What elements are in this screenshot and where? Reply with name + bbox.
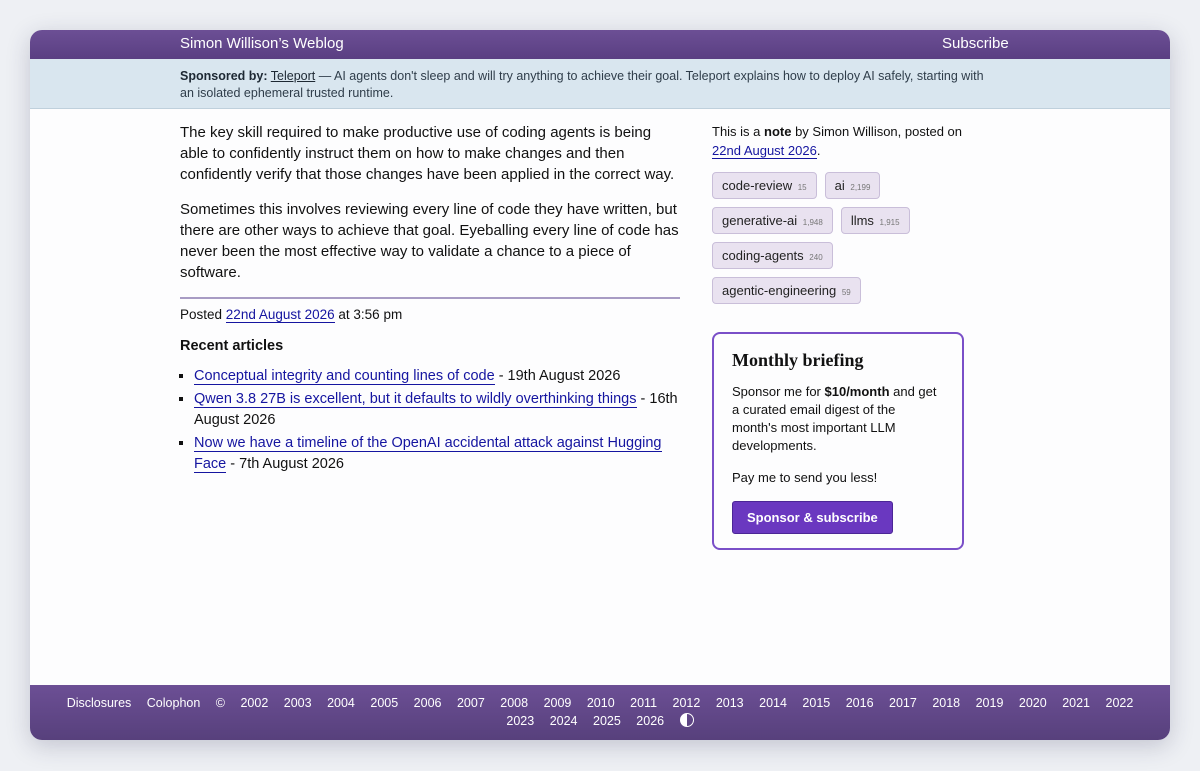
footer-year-link[interactable]: 2014: [759, 694, 787, 712]
footer-year-link[interactable]: 2019: [976, 694, 1004, 712]
tag-agentic-engineering[interactable]: agentic-engineering 59: [712, 277, 861, 304]
posted-date-link[interactable]: 22nd August 2026: [225, 307, 335, 323]
footer-year-link[interactable]: 2026: [636, 712, 664, 730]
sponsor-text: Sponsored by: Teleport — AI agents don't…: [180, 68, 1000, 102]
footer-year-link[interactable]: 2024: [550, 712, 578, 730]
list-item: Conceptual integrity and counting lines …: [194, 366, 680, 387]
briefing-title: Monthly briefing: [732, 350, 864, 370]
posted-label: Posted: [180, 307, 223, 322]
tag-count: 2,199: [850, 183, 871, 192]
tag-generative-ai[interactable]: generative-ai 1,948: [712, 207, 833, 234]
meta-type: note: [764, 124, 792, 139]
note-meta: This is a note by Simon Willison, posted…: [712, 122, 967, 160]
footer-year-link[interactable]: 2020: [1019, 694, 1047, 712]
footer-year-link[interactable]: 2010: [587, 694, 615, 712]
tag-llms[interactable]: llms 1,915: [840, 207, 910, 234]
recent-article-link[interactable]: Conceptual integrity and counting lines …: [194, 368, 495, 385]
footer-disclosures-link[interactable]: Disclosures: [67, 694, 132, 712]
meta-prefix: This is a: [712, 124, 765, 139]
footer-year-link[interactable]: 2018: [932, 694, 960, 712]
footer-year-link[interactable]: 2009: [544, 694, 572, 712]
recent-articles-heading: Recent articles: [180, 338, 284, 354]
meta-date-link[interactable]: 22nd August 2026: [712, 143, 817, 159]
footer-year-link[interactable]: 2002: [240, 694, 268, 712]
meta-mid: by Simon Willison, posted on: [791, 124, 962, 139]
footer-year-link[interactable]: 2007: [457, 694, 485, 712]
browser-window: Simon Willison’s Weblog Subscribe Sponso…: [30, 30, 1170, 740]
footer-year-link[interactable]: 2003: [284, 694, 312, 712]
tag-name: generative-ai: [722, 213, 798, 228]
briefing-tagline: Pay me to send you less!: [732, 470, 878, 485]
sponsor-link[interactable]: Teleport: [271, 69, 315, 83]
posted-line: Posted 22nd August 2026 at 3:56 pm: [180, 307, 680, 323]
divider: [180, 297, 680, 299]
footer-year-link[interactable]: 2021: [1062, 694, 1090, 712]
tag-name: coding-agents: [722, 248, 804, 263]
site-footer: Disclosures Colophon © 2002 2003 2004 20…: [30, 685, 1170, 740]
article-paragraph: Sometimes this involves reviewing every …: [180, 201, 679, 281]
meta-end: .: [816, 143, 821, 158]
tag-name: llms: [850, 213, 874, 228]
tag-count: 1,948: [802, 218, 823, 227]
footer-year-link[interactable]: 2008: [500, 694, 528, 712]
footer-year-link[interactable]: 2004: [327, 694, 355, 712]
subscribe-link[interactable]: Subscribe: [942, 35, 1009, 52]
list-item: Qwen 3.8 27B is excellent, but it defaul…: [194, 389, 680, 431]
tag-count: 59: [841, 288, 851, 297]
footer-year-link[interactable]: 2022: [1106, 694, 1134, 712]
footer-links: Disclosures Colophon © 2002 2003 2004 20…: [30, 685, 1170, 730]
footer-year-link[interactable]: 2013: [716, 694, 744, 712]
monthly-briefing-box: Monthly briefing Sponsor me for $10/mont…: [712, 332, 964, 550]
theme-toggle-icon[interactable]: [679, 713, 694, 727]
tag-name: code-review: [722, 178, 793, 193]
tag-ai[interactable]: ai 2,199: [824, 172, 881, 199]
tag-count: 1,915: [879, 218, 900, 227]
sponsor-label: Sponsored by:: [180, 69, 268, 83]
footer-year-link[interactable]: 2023: [506, 712, 534, 730]
tag-name: agentic-engineering: [722, 283, 837, 298]
sponsor-subscribe-button[interactable]: Sponsor & subscribe: [732, 501, 893, 534]
briefing-text-prefix: Sponsor me for: [732, 384, 825, 399]
footer-year-link[interactable]: 2025: [593, 712, 621, 730]
footer-copyright: ©: [215, 696, 225, 710]
site-title-link[interactable]: Simon Willison’s Weblog: [180, 35, 344, 52]
footer-colophon-link[interactable]: Colophon: [147, 694, 201, 712]
sidebar: This is a note by Simon Willison, posted…: [712, 122, 967, 550]
tag-list: code-review 15 ai 2,199 generative-ai 1,…: [712, 172, 962, 304]
tag-name: ai: [834, 178, 845, 193]
footer-year-link[interactable]: 2015: [802, 694, 830, 712]
recent-articles-list: Conceptual integrity and counting lines …: [180, 366, 680, 475]
tag-coding-agents[interactable]: coding-agents 240: [712, 242, 833, 269]
recent-article-link[interactable]: Qwen 3.8 27B is excellent, but it defaul…: [194, 391, 637, 408]
recent-article-date: - 19th August 2026: [494, 368, 621, 384]
site-header: Simon Willison’s Weblog Subscribe: [30, 30, 1170, 59]
article-content: The key skill required to make productiv…: [180, 122, 680, 477]
briefing-text: Sponsor me for $10/month and get a curat…: [732, 383, 944, 455]
posted-time: at 3:56 pm: [334, 307, 403, 322]
recent-article-date: - 7th August 2026: [226, 456, 344, 472]
article-paragraph: The key skill required to make productiv…: [180, 124, 675, 183]
footer-year-link[interactable]: 2017: [889, 694, 917, 712]
list-item: Now we have a timeline of the OpenAI acc…: [194, 433, 680, 475]
footer-year-link[interactable]: 2005: [370, 694, 398, 712]
tag-count: 15: [797, 183, 807, 192]
tag-code-review[interactable]: code-review 15: [712, 172, 817, 199]
footer-year-link[interactable]: 2016: [846, 694, 874, 712]
footer-year-link[interactable]: 2012: [673, 694, 701, 712]
briefing-price: $10/month: [824, 384, 890, 399]
sponsor-banner: Sponsored by: Teleport — AI agents don't…: [30, 59, 1170, 109]
footer-year-link[interactable]: 2011: [630, 694, 657, 712]
tag-count: 240: [809, 253, 823, 262]
footer-year-link[interactable]: 2006: [414, 694, 442, 712]
